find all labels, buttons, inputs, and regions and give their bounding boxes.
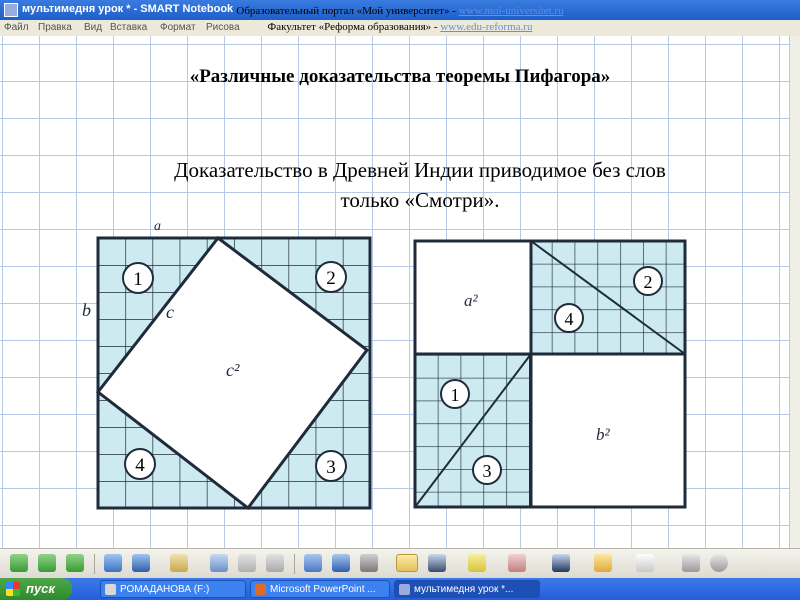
svg-text:3: 3 <box>483 461 492 481</box>
windows-logo-icon <box>6 582 20 596</box>
drive-icon <box>105 584 116 595</box>
left-proof-figure: 1 2 3 4 a b c c² <box>82 219 372 511</box>
svg-text:2: 2 <box>644 272 653 292</box>
watermark-link-1[interactable]: www.moi-universitet.ru <box>459 5 564 17</box>
start-label: пуск <box>26 581 55 596</box>
triangle-label-1: 1 <box>122 262 154 294</box>
back-icon[interactable] <box>10 554 28 572</box>
paste-icon[interactable] <box>170 554 188 572</box>
side-label-b: b <box>82 300 91 320</box>
side-label-c: c <box>166 302 174 322</box>
slide-heading: «Различные доказательства теоремы Пифаго… <box>189 66 611 87</box>
svg-text:4: 4 <box>565 309 574 329</box>
full-screen-icon[interactable] <box>332 554 350 572</box>
undo-icon[interactable] <box>210 554 228 572</box>
triangle-label-3: 3 <box>472 455 502 485</box>
redo-icon[interactable] <box>238 554 256 572</box>
eraser-icon[interactable] <box>508 554 526 572</box>
watermark-line-2: Факультет «Реформа образования» - www.ed… <box>267 21 533 33</box>
forward-icon[interactable] <box>38 554 56 572</box>
slide-subtitle-line-1: Доказательство в Древней Индии приводимо… <box>174 158 666 182</box>
windows-taskbar: пуск РОМАДАНОВА (F:) Microsoft PowerPoin… <box>0 578 800 600</box>
svg-text:3: 3 <box>326 457 336 478</box>
watermark-link-2[interactable]: www.edu-reforma.ru <box>440 21 532 33</box>
text-icon[interactable] <box>636 554 654 572</box>
taskbar-item-powerpoint[interactable]: Microsoft PowerPoint ... <box>250 580 390 598</box>
area-label-a2: a² <box>464 291 479 310</box>
side-label-a: a <box>154 219 161 234</box>
area-label-c2: c² <box>226 360 240 380</box>
shapes-icon[interactable] <box>594 554 612 572</box>
start-button[interactable]: пуск <box>0 578 72 600</box>
area-label-b2: b² <box>596 425 611 444</box>
taskbar-item-notebook[interactable]: мультимедня урок *... <box>394 580 540 598</box>
notebook-toolbar <box>0 548 800 579</box>
add-page-icon[interactable] <box>66 554 84 572</box>
select-icon[interactable] <box>396 554 418 572</box>
triangle-label-4: 4 <box>124 448 156 480</box>
line-icon[interactable] <box>552 554 570 572</box>
svg-text:1: 1 <box>451 385 460 405</box>
svg-text:4: 4 <box>135 455 145 476</box>
triangle-label-3: 3 <box>315 450 347 482</box>
delete-icon[interactable] <box>266 554 284 572</box>
triangle-label-4: 4 <box>554 303 584 333</box>
save-icon[interactable] <box>132 554 150 572</box>
open-icon[interactable] <box>104 554 122 572</box>
more-icon[interactable] <box>710 554 728 572</box>
triangle-label-2: 2 <box>315 261 347 293</box>
highlighter-icon[interactable] <box>468 554 486 572</box>
slide-subtitle-line-2: только «Смотри». <box>340 188 500 212</box>
screen-shade-icon[interactable] <box>304 554 322 572</box>
vertical-scrollbar[interactable] <box>789 36 800 548</box>
properties-icon[interactable] <box>682 554 700 572</box>
right-proof-figure: 1 2 3 4 a² b² <box>413 239 687 509</box>
svg-text:1: 1 <box>133 269 143 290</box>
triangle-label-2: 2 <box>633 266 663 296</box>
svg-text:2: 2 <box>326 268 336 289</box>
smart-notebook-icon <box>399 584 410 595</box>
pen-icon[interactable] <box>428 554 446 572</box>
watermark-line-1: Образовательный портал «Мой университет»… <box>236 5 564 17</box>
triangle-label-1: 1 <box>440 379 470 409</box>
camera-icon[interactable] <box>360 554 378 572</box>
toolbar-separator <box>294 554 295 574</box>
powerpoint-icon <box>255 584 266 595</box>
toolbar-separator <box>94 554 95 574</box>
taskbar-item-drive[interactable]: РОМАДАНОВА (F:) <box>100 580 246 598</box>
